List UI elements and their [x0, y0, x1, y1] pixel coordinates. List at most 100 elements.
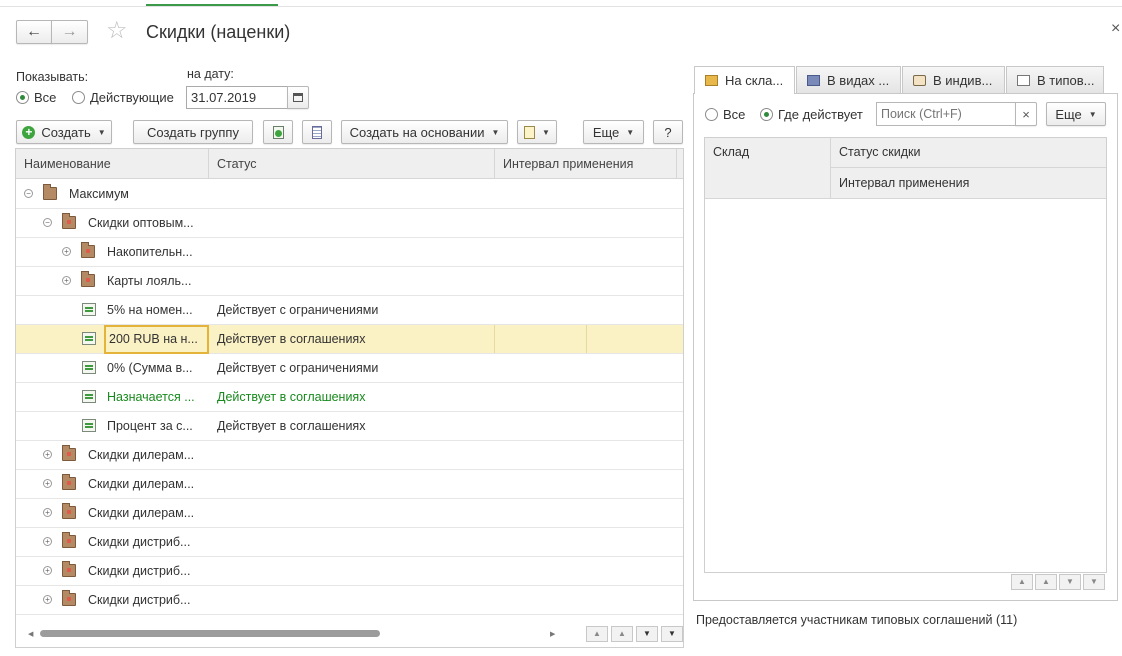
- collapse-icon[interactable]: −: [24, 189, 33, 198]
- manual-discount-icon: [82, 390, 96, 403]
- scroll-left-arrow-icon[interactable]: ◀: [28, 630, 33, 638]
- folder-icon: [43, 184, 57, 200]
- scroll-down-button[interactable]: ▼: [636, 626, 658, 642]
- table-row[interactable]: Назначается ... Действует в соглашениях: [16, 383, 683, 412]
- tab-typical[interactable]: В типов...: [1006, 66, 1104, 93]
- table-row[interactable]: + Накопительн...: [16, 238, 683, 267]
- expand-icon[interactable]: +: [43, 450, 52, 459]
- table-row[interactable]: − Максимум: [16, 180, 683, 209]
- create-group-button[interactable]: Создать группу: [133, 120, 253, 144]
- rp-radio-all-indicator: [705, 108, 718, 121]
- table-row[interactable]: 5% на номен... Действует с ограничениями: [16, 296, 683, 325]
- favorite-star-icon[interactable]: ☆: [106, 17, 128, 45]
- scroll-last-button[interactable]: ▼: [661, 626, 683, 642]
- table-row[interactable]: Процент за с... Действует в соглашениях: [16, 412, 683, 441]
- rp-footer-text: Предоставляется участникам типовых согла…: [696, 613, 1018, 627]
- expand-icon[interactable]: +: [43, 595, 52, 604]
- table-row[interactable]: + Скидки дистриб...: [16, 528, 683, 557]
- rp-column-interval[interactable]: Интервал применения: [831, 168, 1106, 198]
- expand-icon[interactable]: +: [43, 479, 52, 488]
- rp-radio-where-indicator: [760, 108, 773, 121]
- close-icon[interactable]: ×: [1111, 20, 1120, 38]
- row-status: Действует в соглашениях: [217, 332, 366, 346]
- calendar-button[interactable]: [287, 86, 309, 109]
- cell-divider: [494, 325, 495, 353]
- row-name: Скидки дилерам...: [88, 506, 195, 520]
- reports-button[interactable]: ▼: [517, 120, 557, 144]
- back-button[interactable]: ←: [16, 20, 52, 44]
- rp-scroll-down-button[interactable]: ▼: [1059, 574, 1081, 590]
- rp-grid: [704, 137, 1107, 573]
- dropdown-caret-icon: ▼: [1088, 109, 1097, 119]
- date-field[interactable]: 31.07.2019: [186, 86, 288, 109]
- horizontal-scrollbar[interactable]: ◀ ▶: [28, 630, 558, 638]
- price-type-icon: [807, 74, 820, 86]
- row-name: Карты лояль...: [107, 274, 192, 288]
- column-header-status[interactable]: Статус: [209, 149, 495, 179]
- tab-individual[interactable]: В индив...: [902, 66, 1005, 93]
- table-row[interactable]: 0% (Сумма в... Действует с ограничениями: [16, 354, 683, 383]
- scroll-thumb[interactable]: [40, 630, 380, 637]
- expand-icon[interactable]: +: [43, 566, 52, 575]
- tab-price-types[interactable]: В видах ...: [796, 66, 901, 93]
- create-group-label: Создать группу: [147, 124, 239, 140]
- table-row[interactable]: + Карты лояль...: [16, 267, 683, 296]
- table-row[interactable]: 200 RUB на н... Действует в соглашениях: [16, 325, 683, 354]
- collapse-icon[interactable]: −: [43, 218, 52, 227]
- table-row[interactable]: + Скидки дилерам...: [16, 441, 683, 470]
- rp-radio-all[interactable]: Все: [705, 107, 745, 122]
- expand-icon[interactable]: +: [43, 537, 52, 546]
- row-name: 0% (Сумма в...: [107, 361, 193, 375]
- rp-scroll-up-button[interactable]: ▲: [1035, 574, 1057, 590]
- table-row[interactable]: + Скидки дилерам...: [16, 470, 683, 499]
- forward-button[interactable]: →: [51, 20, 88, 44]
- table-row[interactable]: + Скидки дистриб...: [16, 586, 683, 615]
- expand-icon[interactable]: +: [62, 276, 71, 285]
- scroll-right-arrow-icon[interactable]: ▶: [550, 630, 555, 638]
- create-based-on-button[interactable]: Создать на основании ▼: [341, 120, 508, 144]
- folder-icon: [62, 445, 76, 461]
- search-clear-button[interactable]: ×: [1015, 102, 1037, 126]
- list-view-button[interactable]: [302, 120, 332, 144]
- radio-active-indicator: [72, 91, 85, 104]
- rp-scroll-last-button[interactable]: ▼: [1083, 574, 1105, 590]
- scroll-first-button[interactable]: ▲: [586, 626, 608, 642]
- create-button[interactable]: + Создать ▼: [16, 120, 112, 144]
- date-label: на дату:: [187, 67, 234, 81]
- rp-scroll-first-button[interactable]: ▲: [1011, 574, 1033, 590]
- row-name: Скидки дистриб...: [88, 535, 191, 549]
- help-button[interactable]: ?: [653, 120, 683, 144]
- scroll-up-button[interactable]: ▲: [611, 626, 633, 642]
- column-header-name[interactable]: Наименование: [16, 149, 209, 179]
- top-border: [0, 6, 1122, 7]
- row-status: Действует в соглашениях: [217, 390, 366, 404]
- tab-warehouses[interactable]: На скла...: [694, 66, 795, 94]
- radio-active[interactable]: Действующие: [72, 90, 174, 105]
- rp-radio-where-label: Где действует: [778, 107, 863, 122]
- rp-column-status[interactable]: Статус скидки: [831, 138, 1106, 168]
- row-name: Скидки дистриб...: [88, 564, 191, 578]
- rp-more-button[interactable]: Еще ▼: [1046, 102, 1106, 126]
- discount-icon: [82, 332, 96, 345]
- person-icon: [913, 74, 926, 86]
- search-input[interactable]: [876, 102, 1016, 126]
- expand-icon[interactable]: +: [62, 247, 71, 256]
- table-row[interactable]: − Скидки оптовым...: [16, 209, 683, 238]
- folder-icon: [62, 474, 76, 490]
- list-icon: [312, 125, 322, 139]
- discount-icon: [82, 303, 96, 316]
- rp-column-warehouse[interactable]: Склад: [705, 138, 831, 198]
- create-label: Создать: [41, 124, 91, 140]
- table-row[interactable]: + Скидки дилерам...: [16, 499, 683, 528]
- table-row[interactable]: + Скидки дистриб...: [16, 557, 683, 586]
- radio-all[interactable]: Все: [16, 90, 56, 105]
- more-button[interactable]: Еще ▼: [583, 120, 644, 144]
- tab-individual-label: В индив...: [933, 72, 993, 88]
- column-header-interval[interactable]: Интервал применения: [495, 149, 677, 179]
- rp-radio-where[interactable]: Где действует: [760, 107, 863, 122]
- expand-icon[interactable]: +: [43, 508, 52, 517]
- row-name: Скидки дистриб...: [88, 593, 191, 607]
- dropdown-caret-icon: ▼: [491, 127, 500, 137]
- row-name: Накопительн...: [107, 245, 193, 259]
- copy-item-button[interactable]: [263, 120, 293, 144]
